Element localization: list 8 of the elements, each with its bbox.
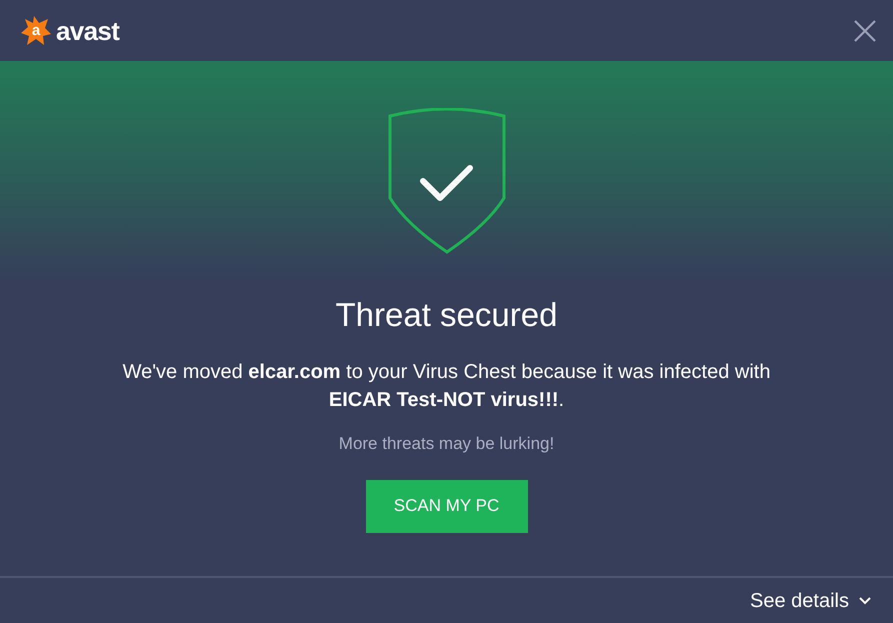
chevron-down-icon — [859, 596, 871, 604]
status-title: Threat secured — [336, 298, 558, 331]
brand-name: avast — [56, 18, 120, 44]
threat-message: We've moved elcar.com to your Virus Chest because it was infected with EICAR Test-NOT virus!!!. — [122, 360, 770, 413]
logo-icon: a — [20, 14, 52, 46]
hint-text: More threats may be lurking! — [338, 433, 554, 455]
shield-check-icon — [388, 108, 506, 254]
see-details-link[interactable]: See details — [750, 586, 871, 616]
